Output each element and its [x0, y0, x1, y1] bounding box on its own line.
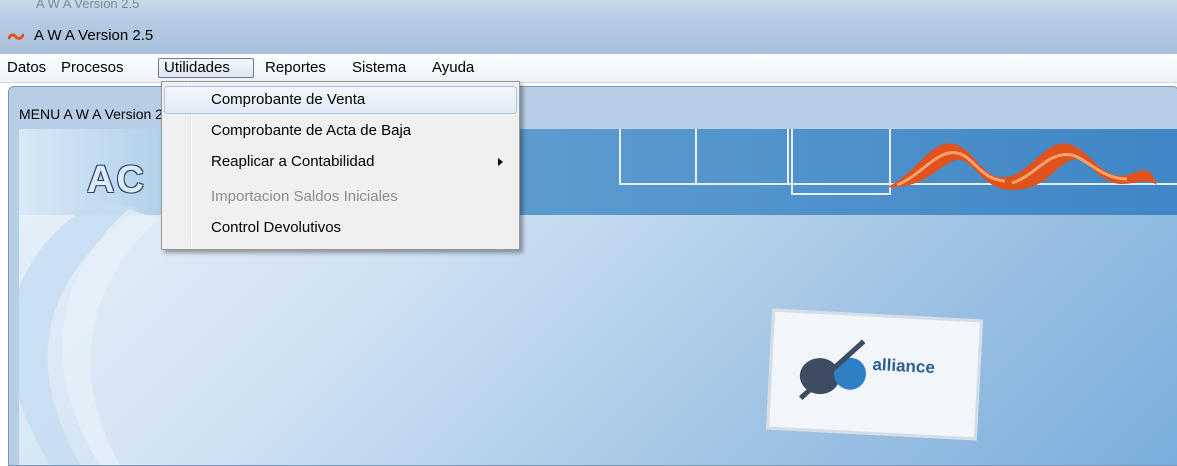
- submenu-arrow-icon: [498, 158, 503, 166]
- menu-item-label: Reaplicar a Contabilidad: [211, 153, 375, 170]
- menu-sistema[interactable]: Sistema: [347, 58, 411, 78]
- menu-reportes[interactable]: Reportes: [260, 58, 331, 78]
- awa-app-icon[interactable]: [8, 30, 24, 42]
- deco-frame: [695, 129, 789, 185]
- menu-ayuda[interactable]: Ayuda: [427, 58, 479, 78]
- menu-item-control-devolutivos[interactable]: Control Devolutivos: [164, 214, 517, 242]
- alliance-logo-icon: [798, 339, 867, 401]
- window-title: A W A Version 2.5: [34, 27, 154, 44]
- awa-logo: [887, 143, 1157, 190]
- menu-utilidades[interactable]: Utilidades: [158, 58, 254, 78]
- child-window-title: MENU A W A Version 2.5: [19, 106, 175, 122]
- menu-item-comprobante-acta-baja[interactable]: Comprobante de Acta de Baja: [164, 117, 517, 145]
- menu-bar: Datos Procesos Utilidades Reportes Siste…: [0, 55, 1177, 83]
- banner-logo-text: AC: [87, 159, 146, 201]
- menu-procesos[interactable]: Procesos: [56, 58, 129, 78]
- menu-item-reaplicar-contabilidad[interactable]: Reaplicar a Contabilidad: [164, 148, 517, 176]
- menu-item-comprobante-venta[interactable]: Comprobante de Venta: [164, 86, 517, 114]
- title-ghost-text: A W A Version 2.5: [36, 0, 140, 11]
- deco-line: [619, 129, 621, 185]
- menu-item-importacion-saldos: Importacion Saldos Iniciales: [211, 188, 398, 205]
- sign-text: alliance: [872, 354, 936, 378]
- alliance-sign: alliance: [765, 308, 984, 441]
- utilidades-dropdown: Comprobante de Venta Comprobante de Acta…: [161, 81, 520, 250]
- menu-datos[interactable]: Datos: [2, 58, 51, 78]
- deco-frame: [791, 129, 891, 195]
- title-bar[interactable]: A W A Version 2.5 A W A Version 2.5: [0, 0, 1177, 54]
